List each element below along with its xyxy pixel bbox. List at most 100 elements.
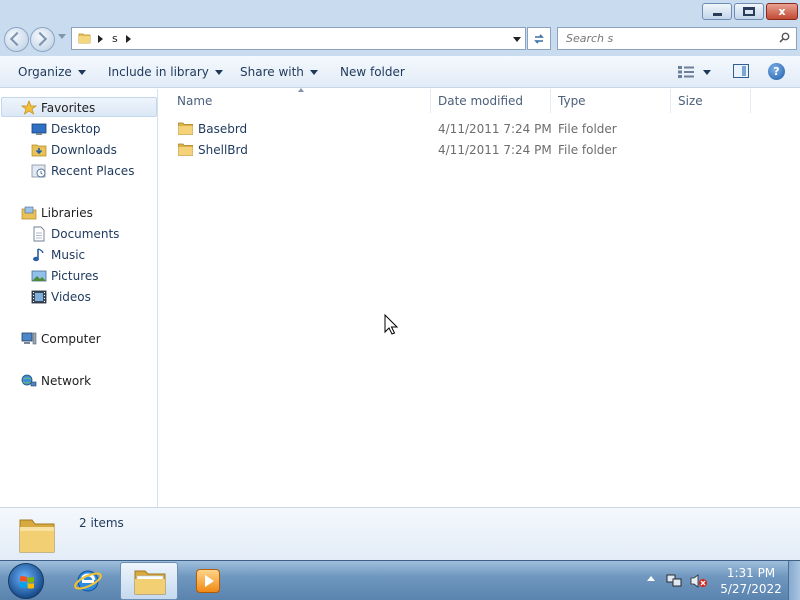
maximize-button[interactable] xyxy=(734,3,764,20)
breadcrumb-separator-icon[interactable] xyxy=(98,35,103,43)
network-status-icon[interactable] xyxy=(666,573,682,589)
column-header-label: Type xyxy=(558,94,586,108)
media-player-icon[interactable] xyxy=(196,569,220,593)
details-pane: 2 items xyxy=(0,507,800,560)
network-icon xyxy=(21,374,37,387)
volume-muted-icon[interactable] xyxy=(690,573,708,589)
chevron-down-icon xyxy=(77,70,86,75)
address-row: s Search s xyxy=(0,24,800,56)
share-with-label: Share with xyxy=(240,65,304,79)
navigation-pane: Favorites Desktop Downloads Recent Place… xyxy=(0,89,158,507)
recent-pages-dropdown[interactable] xyxy=(58,34,66,39)
file-row[interactable]: ShellBrd 4/11/2011 7:24 PM File folder xyxy=(159,140,800,161)
clock-date: 5/27/2022 xyxy=(720,582,782,596)
nav-favorites-label: Favorites xyxy=(41,101,96,115)
forward-arrow-icon xyxy=(32,31,48,47)
refresh-icon xyxy=(534,34,544,44)
folder-icon xyxy=(178,122,193,135)
minimize-icon xyxy=(713,13,722,16)
column-header-date-modified[interactable]: Date modified xyxy=(431,89,551,113)
share-with-menu[interactable]: Share with xyxy=(240,65,318,79)
nav-item-label: Desktop xyxy=(51,122,101,136)
column-header-label: Date modified xyxy=(438,94,524,108)
taskbar: 1:31 PM 5/27/2022 xyxy=(0,560,800,600)
pictures-icon xyxy=(31,270,47,282)
windows-logo-icon xyxy=(20,576,34,589)
file-name: ShellBrd xyxy=(198,143,248,157)
breadcrumb-separator-icon[interactable] xyxy=(126,35,131,43)
clock-time: 1:31 PM xyxy=(726,566,776,580)
folder-icon xyxy=(78,33,91,44)
mouse-pointer-icon xyxy=(384,314,398,335)
search-placeholder: Search s xyxy=(566,32,614,45)
column-header-label: Size xyxy=(678,94,703,108)
internet-explorer-icon[interactable] xyxy=(73,566,103,596)
address-bar[interactable]: s xyxy=(71,27,526,50)
folder-icon xyxy=(19,519,55,553)
search-icon[interactable] xyxy=(779,32,790,43)
libraries-icon xyxy=(21,206,37,220)
star-icon xyxy=(21,100,37,115)
new-folder-button[interactable]: New folder xyxy=(340,65,405,79)
title-bar: x xyxy=(0,0,800,24)
taskbar-clock[interactable]: 1:31 PM 5/27/2022 xyxy=(720,565,782,597)
nav-item-label: Documents xyxy=(51,227,120,241)
nav-item-label: Music xyxy=(51,248,86,262)
taskbar-explorer-button[interactable] xyxy=(120,562,178,600)
organize-menu[interactable]: Organize xyxy=(18,65,86,79)
minimize-button[interactable] xyxy=(702,3,732,20)
nav-libraries-label: Libraries xyxy=(41,206,93,220)
start-button[interactable] xyxy=(8,563,44,599)
preview-pane-icon[interactable] xyxy=(733,64,749,78)
documents-icon xyxy=(33,226,45,242)
column-header-label: Name xyxy=(177,94,213,108)
chevron-down-icon xyxy=(309,70,318,75)
file-type: File folder xyxy=(558,122,617,136)
help-icon[interactable]: ? xyxy=(768,63,785,80)
show-desktop-button[interactable] xyxy=(788,561,800,600)
item-count: 2 items xyxy=(79,516,124,530)
change-view-icon[interactable] xyxy=(678,66,694,78)
recent-places-icon xyxy=(31,164,46,178)
nav-computer-label: Computer xyxy=(41,332,101,346)
windows-explorer-icon xyxy=(134,570,166,595)
desktop-icon xyxy=(31,123,47,135)
music-note-icon xyxy=(33,248,44,262)
address-history-dropdown[interactable] xyxy=(513,37,521,42)
view-options-dropdown[interactable] xyxy=(703,70,711,75)
organize-label: Organize xyxy=(18,65,72,79)
file-list: Name Date modified Type Size Basebrd 4/1… xyxy=(159,88,800,507)
show-hidden-icons-icon[interactable] xyxy=(647,576,655,581)
column-header-name[interactable]: Name xyxy=(159,89,431,113)
back-button[interactable] xyxy=(4,27,29,52)
refresh-button[interactable] xyxy=(527,27,551,50)
column-header-type[interactable]: Type xyxy=(551,89,671,113)
include-in-library-label: Include in library xyxy=(108,65,209,79)
nav-item-label: Pictures xyxy=(51,269,99,283)
breadcrumb-item[interactable]: s xyxy=(112,32,118,45)
include-in-library-menu[interactable]: Include in library xyxy=(108,65,223,79)
forward-button[interactable] xyxy=(30,27,55,52)
nav-item-label: Recent Places xyxy=(51,164,135,178)
window-controls: x xyxy=(702,3,798,20)
file-type: File folder xyxy=(558,143,617,157)
folder-icon xyxy=(178,143,193,156)
nav-network-label: Network xyxy=(41,374,92,388)
command-bar: Organize Include in library Share with N… xyxy=(0,56,800,88)
videos-icon xyxy=(31,290,47,304)
downloads-folder-icon xyxy=(31,144,47,157)
file-date-modified: 4/11/2011 7:24 PM xyxy=(438,143,552,157)
restore-icon xyxy=(743,7,755,16)
search-box[interactable]: Search s xyxy=(557,27,797,50)
nav-item-label: Downloads xyxy=(51,143,117,157)
file-row[interactable]: Basebrd 4/11/2011 7:24 PM File folder xyxy=(159,119,800,140)
computer-icon xyxy=(21,332,37,345)
new-folder-label: New folder xyxy=(340,65,405,79)
file-name: Basebrd xyxy=(198,122,248,136)
file-date-modified: 4/11/2011 7:24 PM xyxy=(438,122,552,136)
nav-item-label: Videos xyxy=(51,290,91,304)
chevron-down-icon xyxy=(214,70,223,75)
back-arrow-icon xyxy=(9,31,25,47)
close-button[interactable]: x xyxy=(766,3,798,20)
column-header-size[interactable]: Size xyxy=(671,89,751,113)
